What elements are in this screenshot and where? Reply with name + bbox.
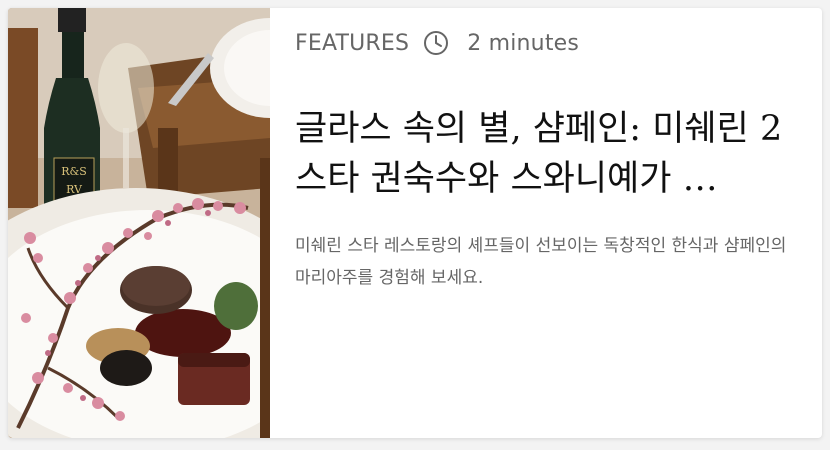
read-duration: 2 minutes [467, 30, 580, 56]
article-thumbnail[interactable]: R&S RV [8, 8, 270, 438]
article-title[interactable]: 글라스 속의 별, 샴페인: 미쉐린 2 스타 권숙수와 스와니예가 … [295, 104, 795, 204]
clock-icon [424, 31, 449, 55]
article-meta: FEATURES 2 minutes [295, 30, 579, 56]
article-card[interactable]: R&S RV FEATURES 2 minutes 글라스 속의 별, 샴페인:… [8, 8, 822, 438]
article-description: 미쉐린 스타 레스토랑의 셰프들이 선보이는 독창적인 한식과 샴페인의 마리아… [295, 236, 787, 288]
bottle-label-line1: R&S [61, 165, 87, 178]
category-label[interactable]: FEATURES [295, 31, 409, 56]
champagne-dinner-image: R&S RV [8, 8, 270, 438]
